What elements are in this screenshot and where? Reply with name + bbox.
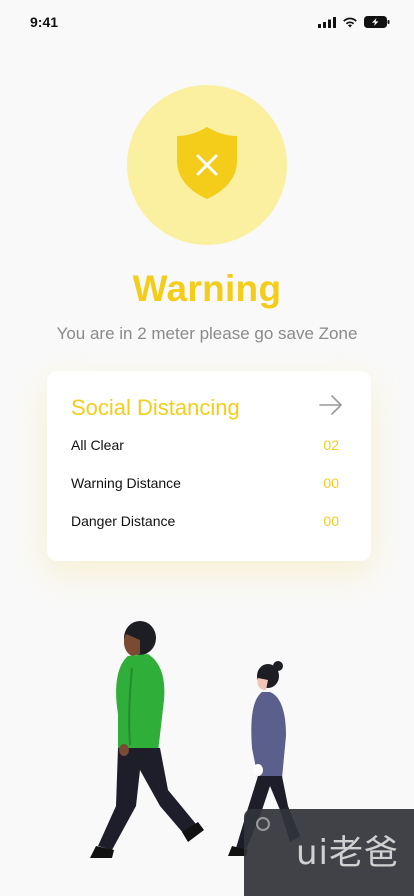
watermark-dot-icon [256, 817, 270, 831]
battery-icon [364, 16, 390, 28]
page-title: Warning [132, 268, 282, 309]
row-value: 02 [323, 437, 339, 453]
cellular-signal-icon [318, 16, 336, 28]
shield-x-icon [177, 127, 237, 199]
row-value: 00 [323, 475, 339, 491]
page-subtitle: You are in 2 meter please go save Zone [56, 324, 358, 343]
status-bar: 9:41 [0, 0, 414, 44]
watermark: ui老爸 [244, 809, 414, 896]
social-distancing-card[interactable]: Social Distancing All Clear 02 Warning D… [47, 371, 371, 561]
list-item: Warning Distance 00 [71, 475, 339, 495]
warning-badge [127, 85, 287, 245]
card-title: Social Distancing [71, 395, 240, 420]
arrow-right-icon[interactable] [319, 395, 343, 415]
list-item: All Clear 02 [71, 437, 339, 457]
watermark-text: ui老爸 [296, 833, 399, 873]
row-label: All Clear [71, 437, 124, 453]
man-figure [90, 621, 204, 858]
row-label: Warning Distance [71, 475, 181, 491]
row-value: 00 [323, 513, 339, 529]
row-label: Danger Distance [71, 513, 176, 529]
list-item: Danger Distance 00 [71, 513, 339, 533]
status-icons [318, 16, 390, 28]
wifi-icon [343, 17, 357, 28]
status-time: 9:41 [30, 14, 59, 30]
